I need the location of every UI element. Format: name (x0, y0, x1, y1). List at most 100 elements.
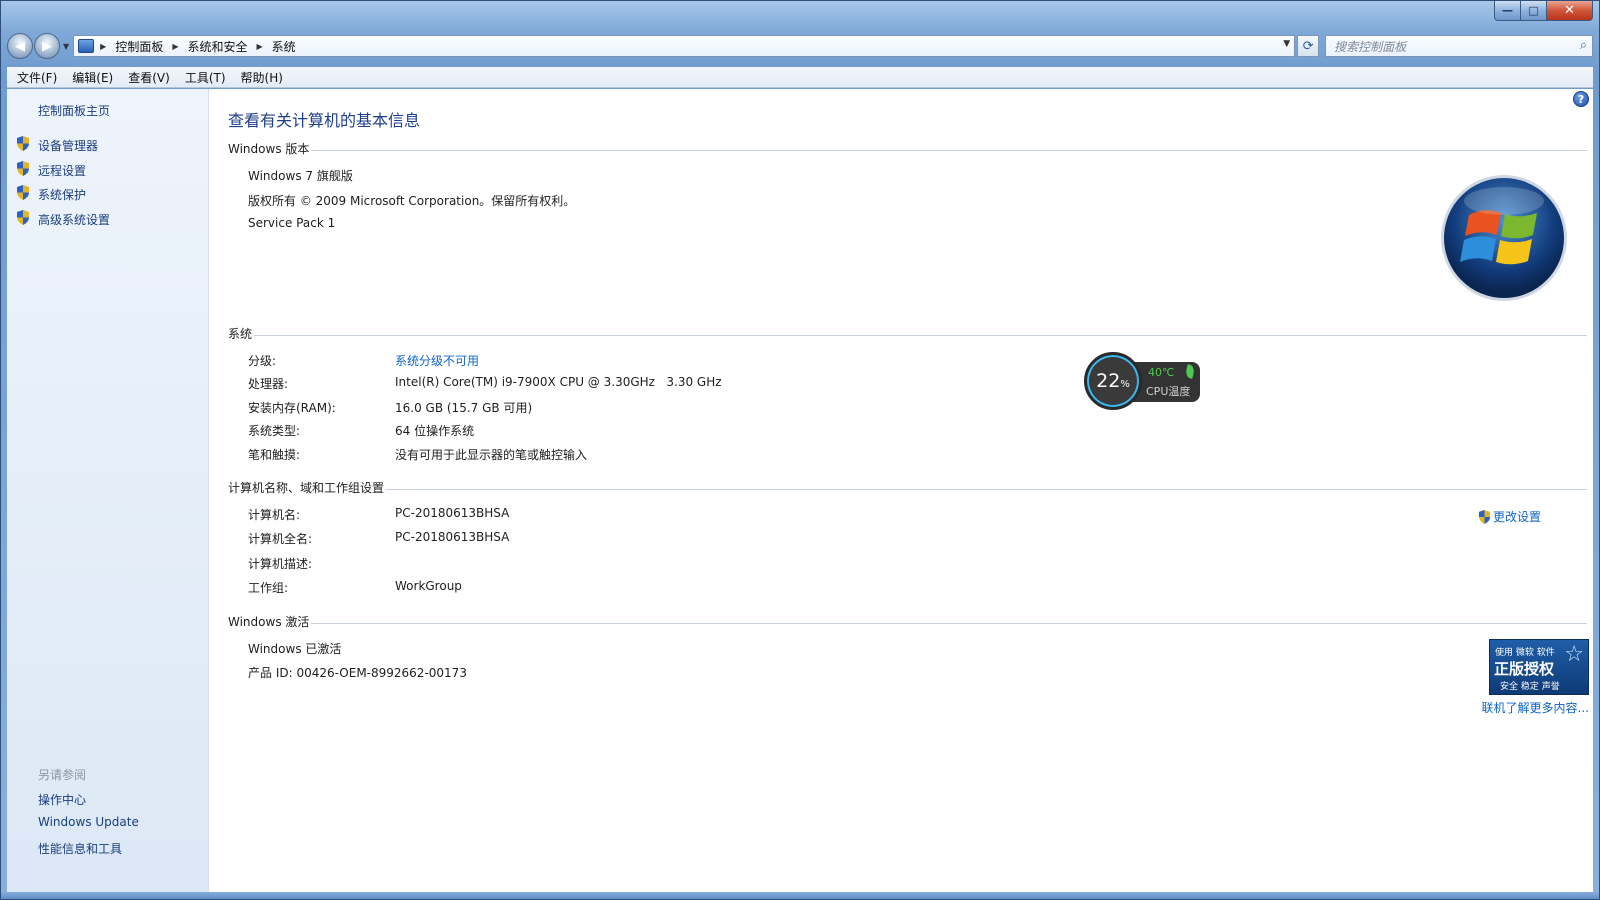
rating-link[interactable]: 系统分级不可用 (395, 352, 479, 369)
window-bottom-border (1, 892, 1599, 899)
pen-touch-label: 笔和触摸: (248, 448, 301, 462)
star-icon: ☆ (1564, 642, 1584, 667)
ram-value: 16.0 GB (15.7 GB 可用) (395, 401, 533, 415)
caption-buttons: — □ ✕ (1494, 1, 1593, 22)
system-type-label: 系统类型: (248, 424, 301, 438)
content-area: 控制面板主页 设备管理器 远程设置 系统保护 高级系统设置 另请参阅 操作中心 … (7, 89, 1593, 892)
section-divider (254, 334, 1587, 336)
rating-label: 分级: (248, 354, 277, 368)
forward-button[interactable]: ▶ (34, 33, 60, 59)
section-heading: Windows 激活 (228, 614, 310, 629)
edition-name: Windows 7 旗舰版 (248, 169, 353, 183)
change-settings-link[interactable]: 更改设置 (1478, 508, 1541, 525)
recent-pages-dropdown-icon[interactable]: ▼ (63, 42, 69, 51)
menu-view[interactable]: 查看(V) (128, 69, 170, 86)
uac-shield-icon (17, 185, 29, 200)
workgroup-label: 工作组: (248, 581, 289, 595)
see-also-action-center[interactable]: 操作中心 (38, 791, 86, 808)
pen-touch-value: 没有可用于此显示器的笔或触控输入 (395, 448, 588, 462)
task-pane: 控制面板主页 设备管理器 远程设置 系统保护 高级系统设置 另请参阅 操作中心 … (7, 89, 209, 892)
section-computer-name: 计算机名称、域和工作组设置 (228, 479, 1587, 495)
breadcrumb-system-security[interactable]: 系统和安全 (187, 38, 247, 55)
copyright-text: 版权所有 © 2009 Microsoft Corporation。保留所有权利… (248, 194, 576, 208)
processor-label: 处理器: (248, 377, 289, 391)
address-dropdown-icon[interactable]: ▼ (1283, 39, 1290, 49)
breadcrumb-control-panel[interactable]: 控制面板 (115, 38, 163, 55)
menu-tools[interactable]: 工具(T) (185, 69, 226, 86)
search-placeholder: 搜索控制面板 (1334, 39, 1407, 54)
product-id: 产品 ID: 00426-OEM-8992662-00173 (248, 666, 467, 680)
cpu-usage-unit: % (1120, 378, 1130, 390)
activation-status: Windows 已激活 (248, 642, 342, 656)
minimize-button[interactable]: — (1494, 1, 1521, 21)
system-type-value: 64 位操作系统 (395, 424, 475, 438)
workgroup-value: WorkGroup (395, 579, 462, 593)
cpu-temperature-value: 40℃ (1148, 366, 1175, 379)
genuine-software-badge: 使用 微软 软件 正版授权 安全 稳定 声誉 ☆ (1489, 639, 1589, 695)
main-panel: ? 查看有关计算机的基本信息 Windows 版本 Windows 7 旗舰版 … (210, 89, 1593, 892)
genuine-badge-top-text: 使用 微软 软件 (1495, 648, 1555, 658)
breadcrumb-separator-icon[interactable]: ▶ (257, 42, 263, 51)
help-icon[interactable]: ? (1573, 91, 1589, 107)
sidebar-item-device-manager[interactable]: 设备管理器 (38, 137, 98, 154)
close-button[interactable]: ✕ (1547, 1, 1593, 21)
section-divider (311, 149, 1587, 151)
breadcrumb-separator-icon[interactable]: ▶ (172, 42, 178, 51)
processor-value: Intel(R) Core(TM) i9-7900X CPU @ 3.30GHz… (395, 375, 722, 389)
service-pack: Service Pack 1 (248, 216, 336, 230)
menu-edit[interactable]: 编辑(E) (72, 69, 113, 86)
control-panel-icon (78, 39, 95, 53)
breadcrumb-separator-icon[interactable]: ▶ (100, 42, 106, 51)
section-system: 系统 (228, 325, 1587, 341)
cpu-monitor-widget[interactable]: 22 % 40℃ CPU温度 (1084, 352, 1202, 410)
windows-logo-icon (1441, 175, 1567, 301)
refresh-button[interactable]: ⟳ (1297, 35, 1320, 57)
uac-shield-icon (1478, 509, 1491, 524)
cpu-temperature-label: CPU温度 (1146, 385, 1191, 398)
see-also-heading: 另请参阅 (38, 768, 87, 782)
system-window: — □ ✕ ◀ ▶ ▼ ▶ 控制面板 ▶ 系统和安全 ▶ 系统 ▼ ⟳ 搜索控制… (0, 0, 1600, 900)
search-icon[interactable]: ⌕ (1580, 38, 1587, 53)
control-panel-home-link[interactable]: 控制面板主页 (38, 102, 110, 119)
address-bar[interactable]: ▶ 控制面板 ▶ 系统和安全 ▶ 系统 ▼ (73, 35, 1296, 57)
genuine-badge-title: 正版授权 (1494, 660, 1555, 678)
search-input[interactable]: 搜索控制面板 ⌕ (1325, 35, 1593, 57)
section-divider (311, 622, 1587, 624)
breadcrumb: ▶ 控制面板 ▶ 系统和安全 ▶ 系统 (100, 38, 305, 55)
change-settings-label[interactable]: 更改设置 (1493, 508, 1541, 525)
sidebar-item-system-protection[interactable]: 系统保护 (38, 186, 86, 203)
computer-name-value: PC-20180613BHSA (395, 506, 510, 520)
menu-help[interactable]: 帮助(H) (241, 69, 283, 86)
forward-arrow-icon: ▶ (42, 38, 52, 54)
full-computer-name-label: 计算机全名: (248, 532, 313, 546)
section-activation: Windows 激活 (228, 613, 1587, 629)
uac-shield-icon (17, 210, 29, 225)
uac-shield-icon (17, 161, 29, 176)
back-arrow-icon: ◀ (15, 38, 25, 54)
cpu-usage-value: 22 (1096, 370, 1121, 392)
sidebar-item-remote-settings[interactable]: 远程设置 (38, 162, 86, 179)
section-heading: 系统 (228, 326, 253, 341)
page-title: 查看有关计算机的基本信息 (228, 111, 421, 130)
genuine-badge-bottom-text: 安全 稳定 声誉 (1500, 682, 1560, 692)
menu-bar: 文件(F) 编辑(E) 查看(V) 工具(T) 帮助(H) (7, 67, 1593, 88)
refresh-icon: ⟳ (1302, 38, 1314, 54)
back-button[interactable]: ◀ (7, 33, 33, 59)
cpu-usage-gauge: 22 % (1084, 352, 1142, 410)
maximize-button[interactable]: □ (1521, 1, 1547, 21)
menu-file[interactable]: 文件(F) (17, 69, 57, 86)
section-windows-edition: Windows 版本 (228, 140, 1587, 156)
ram-label: 安装内存(RAM): (248, 401, 336, 415)
section-heading: Windows 版本 (228, 141, 310, 156)
see-also-performance-tools[interactable]: 性能信息和工具 (38, 840, 122, 857)
computer-name-label: 计算机名: (248, 508, 301, 522)
uac-shield-icon (17, 136, 29, 151)
section-heading: 计算机名称、域和工作组设置 (228, 480, 385, 495)
breadcrumb-system[interactable]: 系统 (272, 38, 296, 55)
sidebar-item-advanced-settings[interactable]: 高级系统设置 (38, 211, 110, 228)
see-also-windows-update[interactable]: Windows Update (38, 815, 139, 829)
navigation-bar: ◀ ▶ ▼ ▶ 控制面板 ▶ 系统和安全 ▶ 系统 ▼ ⟳ 搜索控制面板 ⌕ (7, 29, 1593, 63)
section-divider (386, 488, 1587, 490)
full-computer-name-value: PC-20180613BHSA (395, 530, 510, 544)
learn-more-online-link[interactable]: 联机了解更多内容... (1482, 699, 1589, 716)
